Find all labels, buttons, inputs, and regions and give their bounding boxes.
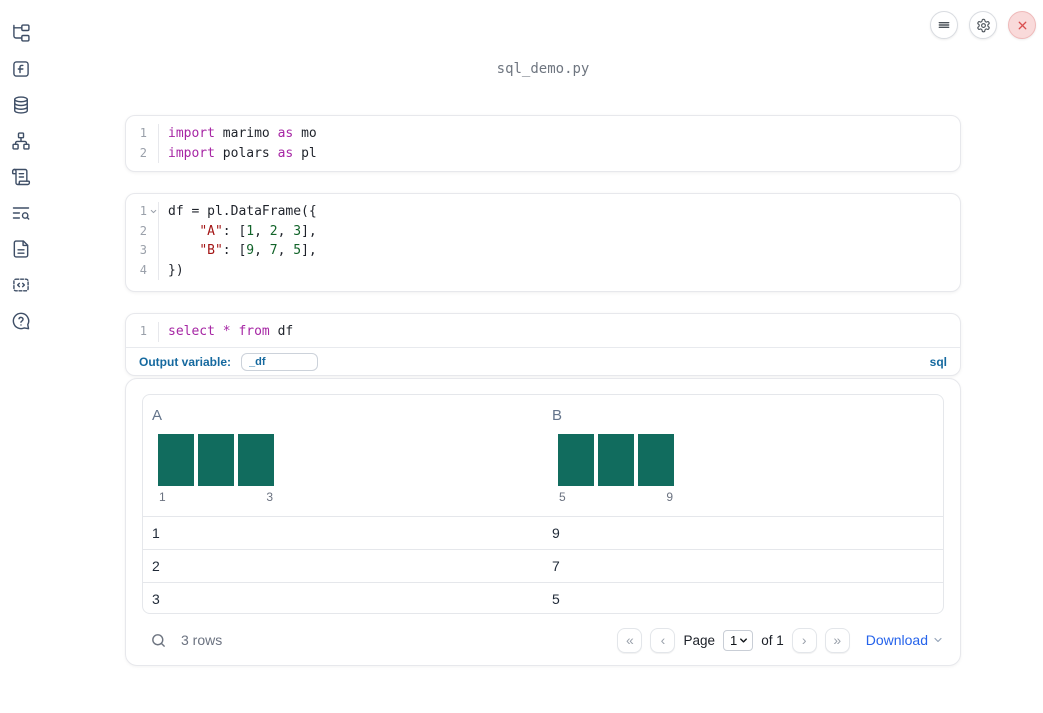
table-row[interactable]: 3 5 bbox=[143, 582, 943, 613]
shutdown-button[interactable] bbox=[1008, 11, 1036, 39]
documentation-icon[interactable] bbox=[11, 239, 31, 259]
download-label: Download bbox=[865, 632, 928, 648]
snippets-icon[interactable] bbox=[11, 275, 31, 295]
prev-page-button[interactable]: ‹ bbox=[650, 627, 676, 653]
dependencies-icon[interactable] bbox=[11, 131, 31, 151]
gear-icon bbox=[976, 18, 991, 33]
histogram-bar bbox=[558, 434, 594, 486]
code-line: 2 "A": [1, 2, 3], bbox=[126, 221, 960, 241]
prev-page-icon: ‹ bbox=[660, 631, 666, 648]
cell-sql: 1 select * from df Output variable: sql bbox=[125, 313, 961, 376]
last-page-icon: » bbox=[833, 631, 842, 648]
marimo-app: sql_demo.py 1 import marimo as mo 2 impo… bbox=[0, 0, 1043, 713]
histogram-bar bbox=[158, 434, 194, 486]
data-table: A 1 3 B 5 9 1 9 2 7 3 5 bbox=[142, 394, 944, 614]
code-line: 1 select * from df bbox=[126, 322, 960, 342]
sql-editor[interactable]: 1 select * from df bbox=[126, 314, 960, 342]
line-number: 1 bbox=[126, 322, 159, 342]
line-number: 1 bbox=[126, 124, 159, 144]
line-number: 2 bbox=[126, 221, 159, 241]
code-editor[interactable]: 1 import marimo as mo 2 import polars as… bbox=[126, 116, 960, 163]
column-a-histogram: 1 3 bbox=[158, 434, 274, 504]
datasources-icon[interactable] bbox=[11, 95, 31, 115]
settings-button[interactable] bbox=[969, 11, 997, 39]
table-header: A 1 3 B 5 9 bbox=[143, 395, 943, 516]
table-footer: 3 rows « ‹ Page 1 of 1 › » Download bbox=[126, 615, 960, 665]
hist-min-label: 5 bbox=[559, 490, 566, 504]
close-icon bbox=[1016, 19, 1029, 32]
sql-cell-footer: Output variable: sql bbox=[126, 348, 960, 376]
hist-max-label: 9 bbox=[666, 490, 673, 504]
cell-value: 9 bbox=[552, 525, 560, 541]
help-icon[interactable] bbox=[11, 311, 31, 331]
line-number: 1 bbox=[126, 202, 159, 222]
select-chevron-down-icon bbox=[738, 635, 749, 646]
table-row[interactable]: 2 7 bbox=[143, 549, 943, 582]
text-search-icon[interactable] bbox=[11, 203, 31, 223]
next-page-icon: › bbox=[801, 631, 807, 648]
table-output-card: A 1 3 B 5 9 1 9 2 7 3 5 3 rows « ‹ Page … bbox=[125, 378, 961, 666]
column-header-a[interactable]: A 1 3 bbox=[143, 395, 543, 516]
download-button[interactable]: Download bbox=[866, 632, 944, 648]
code-line: 3 "B": [9, 7, 5], bbox=[126, 241, 960, 261]
code-line: 1 df = pl.DataFrame({ bbox=[126, 202, 960, 222]
row-count: 3 rows bbox=[181, 632, 223, 648]
output-variable-label: Output variable: bbox=[139, 354, 232, 369]
fold-chevron-down-icon[interactable] bbox=[149, 207, 158, 216]
notebook-actions bbox=[930, 11, 1036, 39]
column-name: B bbox=[552, 407, 563, 424]
first-page-icon: « bbox=[626, 631, 634, 648]
code-line: 2 import polars as pl bbox=[126, 143, 960, 163]
hist-max-label: 3 bbox=[266, 490, 273, 504]
column-name: A bbox=[152, 407, 163, 424]
helper-sidebar bbox=[11, 23, 31, 331]
code-line: 4 }) bbox=[126, 260, 960, 280]
first-page-button[interactable]: « bbox=[617, 627, 643, 653]
histogram-bar bbox=[598, 434, 634, 486]
menu-button[interactable] bbox=[930, 11, 958, 39]
pagination: « ‹ Page 1 of 1 › » Download bbox=[617, 627, 944, 653]
download-chevron-down-icon bbox=[932, 634, 944, 646]
column-b-histogram: 5 9 bbox=[558, 434, 674, 504]
language-badge: sql bbox=[929, 354, 947, 369]
cell-value: 2 bbox=[152, 558, 160, 574]
histogram-bar bbox=[238, 434, 274, 486]
output-variable-input[interactable] bbox=[241, 352, 319, 371]
code-editor[interactable]: 1 df = pl.DataFrame({ 2 "A": [1, 2, 3], … bbox=[126, 194, 960, 280]
cell-value: 5 bbox=[552, 591, 560, 607]
histogram-bar bbox=[638, 434, 674, 486]
logs-icon[interactable] bbox=[11, 167, 31, 187]
code-line: 1 import marimo as mo bbox=[126, 124, 960, 144]
search-icon[interactable] bbox=[150, 632, 167, 649]
cell-dataframe: 1 df = pl.DataFrame({ 2 "A": [1, 2, 3], … bbox=[125, 193, 961, 292]
menu-icon bbox=[937, 18, 951, 32]
cell-value: 3 bbox=[152, 591, 160, 607]
page-select-value: 1 bbox=[729, 632, 738, 648]
hist-min-label: 1 bbox=[159, 490, 166, 504]
notebook-filename: sql_demo.py bbox=[496, 61, 590, 77]
variables-icon[interactable] bbox=[11, 59, 31, 79]
histogram-bar bbox=[198, 434, 234, 486]
table-row[interactable]: 1 9 bbox=[143, 516, 943, 549]
cell-imports: 1 import marimo as mo 2 import polars as… bbox=[125, 115, 961, 172]
last-page-button[interactable]: » bbox=[824, 627, 850, 653]
column-header-b[interactable]: B 5 9 bbox=[543, 395, 943, 516]
page-select[interactable]: 1 bbox=[722, 629, 754, 651]
file-explorer-icon[interactable] bbox=[11, 23, 31, 43]
line-number: 3 bbox=[126, 241, 159, 261]
cell-value: 7 bbox=[552, 558, 560, 574]
next-page-button[interactable]: › bbox=[791, 627, 817, 653]
cell-value: 1 bbox=[152, 525, 160, 541]
line-number: 4 bbox=[126, 260, 159, 280]
page-label: Page bbox=[683, 632, 715, 648]
line-number: 2 bbox=[126, 143, 159, 163]
page-of-label: of 1 bbox=[761, 632, 784, 648]
